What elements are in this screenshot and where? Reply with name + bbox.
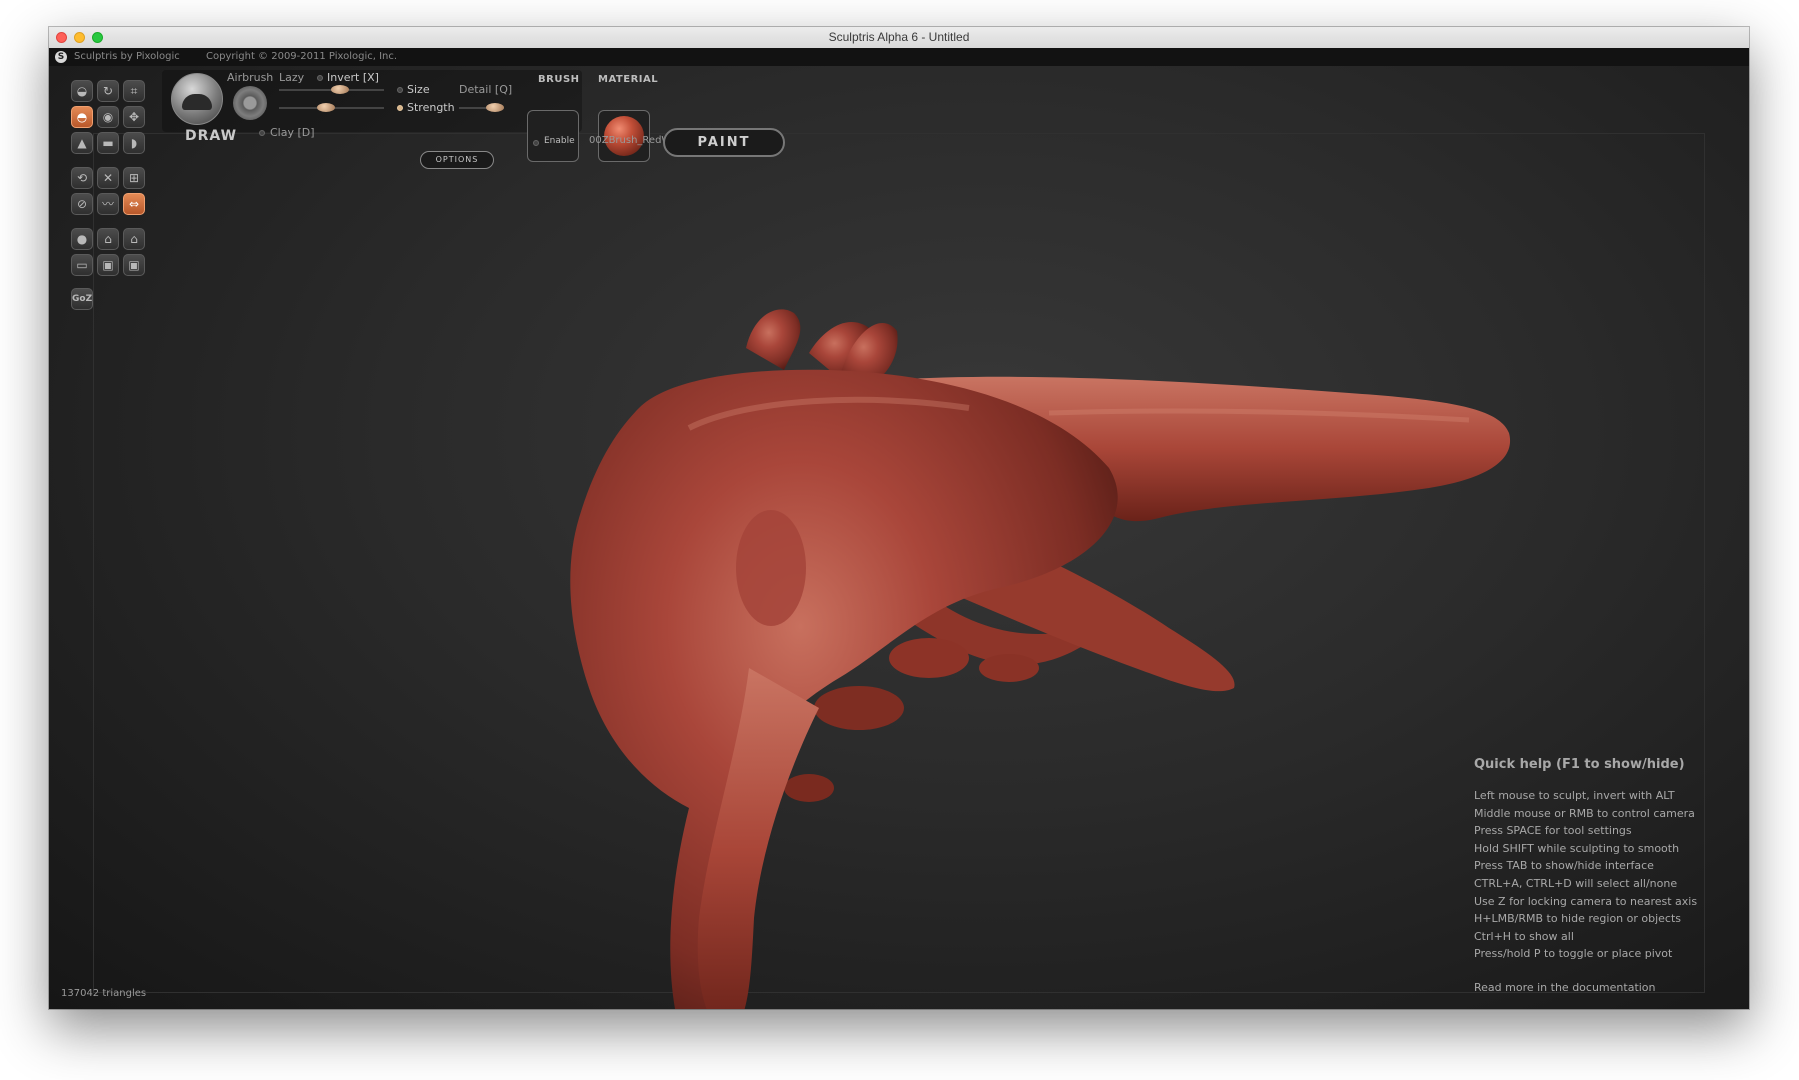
detail-label: Detail [Q] bbox=[459, 83, 513, 96]
options-button[interactable]: OPTIONS bbox=[420, 151, 494, 169]
quick-help-line: Press SPACE for tool settings bbox=[1474, 824, 1632, 838]
file-b-tool-icon: ▣ bbox=[128, 258, 140, 272]
symmetry-tool-icon: ⇔ bbox=[128, 197, 140, 211]
crop-tool-icon: ⌗ bbox=[130, 84, 138, 98]
sphere-tool-icon: ● bbox=[76, 232, 88, 246]
invert-label: Invert [X] bbox=[327, 71, 379, 84]
quick-help-panel: Quick help (F1 to show/hide) Left mouse … bbox=[1474, 757, 1697, 994]
sculpt-viewport[interactable]: S Sculptris by Pixologic Copyright © 200… bbox=[49, 48, 1749, 1009]
triangle-count: 137042 triangles bbox=[61, 988, 147, 999]
tool-button[interactable]: ⌗ bbox=[123, 80, 145, 102]
model-bump bbox=[784, 774, 834, 802]
title-bar: Sculptris Alpha 6 - Untitled bbox=[49, 27, 1749, 49]
brush-falloff-icon bbox=[233, 86, 267, 120]
tool-button[interactable]: 〰 bbox=[97, 193, 119, 215]
draw-tool-icon[interactable] bbox=[171, 73, 223, 125]
model-bump bbox=[736, 510, 806, 626]
tool-button[interactable]: ⊘ bbox=[71, 193, 93, 215]
plane-tool-icon: ▭ bbox=[76, 258, 88, 272]
tool-button[interactable]: ◒ bbox=[71, 80, 93, 102]
mesh-a-tool-icon: ⌂ bbox=[104, 232, 112, 246]
rotate-tool-icon: ↻ bbox=[102, 84, 114, 98]
brush-title: BRUSH bbox=[538, 74, 580, 85]
current-tool-label: DRAW bbox=[185, 128, 238, 144]
strength-toggle[interactable] bbox=[397, 105, 403, 111]
tool-button[interactable]: ✥ bbox=[123, 106, 145, 128]
grid-tool-icon: ⊞ bbox=[128, 171, 140, 185]
twist-tool-icon: ⟲ bbox=[76, 171, 88, 185]
smooth-tool-icon: 〰 bbox=[101, 197, 114, 211]
model-bump bbox=[814, 686, 904, 730]
quick-help-line: Press/hold P to toggle or place pivot bbox=[1474, 947, 1673, 961]
file-a-tool-icon: ▣ bbox=[102, 258, 114, 272]
draw-tool-icon: ◒ bbox=[76, 84, 88, 98]
flatten-tool-icon: ▬ bbox=[102, 136, 114, 150]
reduce-tool-icon: ⊘ bbox=[76, 197, 88, 211]
quick-help-line: CTRL+A, CTRL+D will select all/none bbox=[1474, 876, 1678, 890]
lazy-label[interactable]: Lazy bbox=[279, 71, 304, 84]
quick-help-line: Middle mouse or RMB to control camera bbox=[1474, 806, 1695, 820]
crease-tool-icon: ◗ bbox=[130, 136, 138, 150]
invert-toggle[interactable] bbox=[317, 75, 323, 81]
airbrush-label[interactable]: Airbrush bbox=[227, 71, 273, 84]
mesh-b-tool-icon: ⌂ bbox=[130, 232, 138, 246]
quick-help-title: Quick help (F1 to show/hide) bbox=[1474, 757, 1685, 772]
strength-label: Strength bbox=[407, 101, 455, 114]
quick-help-line: Left mouse to sculpt, invert with ALT bbox=[1474, 789, 1675, 802]
tool-button[interactable]: ⌂ bbox=[97, 228, 119, 250]
pinch-tool-icon: ▲ bbox=[77, 136, 87, 150]
tool-button[interactable]: ⌂ bbox=[123, 228, 145, 250]
window-title: Sculptris Alpha 6 - Untitled bbox=[828, 30, 970, 44]
tool-button[interactable]: ▣ bbox=[123, 254, 145, 276]
grab-tool-icon: ✕ bbox=[102, 171, 114, 185]
goz-button[interactable]: GoZ bbox=[71, 288, 93, 310]
tool-button[interactable]: ⟲ bbox=[71, 167, 93, 189]
move-tool-icon: ✥ bbox=[128, 110, 140, 124]
tool-button[interactable]: ▣ bbox=[97, 254, 119, 276]
strength-slider-knob[interactable] bbox=[317, 103, 335, 112]
tool-button[interactable]: ▬ bbox=[97, 132, 119, 154]
size-toggle[interactable] bbox=[397, 87, 403, 93]
size-label: Size bbox=[407, 83, 430, 96]
quick-help-line: Use Z for locking camera to nearest axis bbox=[1474, 894, 1698, 908]
tool-button[interactable]: ● bbox=[71, 228, 93, 250]
model-bump bbox=[979, 654, 1039, 682]
size-slider-knob[interactable] bbox=[331, 85, 349, 94]
tool-button[interactable]: ↻ bbox=[97, 80, 119, 102]
quick-help-line: Ctrl+H to show all bbox=[1474, 929, 1574, 943]
clay-tool-icon: ◓ bbox=[76, 110, 88, 124]
app-window: Sculptris Alpha 6 - Untitled S Sculptris… bbox=[49, 27, 1749, 1009]
inflate-tool-icon: ◉ bbox=[102, 110, 114, 124]
quick-help-line: Hold SHIFT while sculpting to smooth bbox=[1474, 841, 1680, 855]
tool-button[interactable]: ✕ bbox=[97, 167, 119, 189]
tool-button[interactable]: ◉ bbox=[97, 106, 119, 128]
quick-help-line: H+LMB/RMB to hide region or objects bbox=[1474, 912, 1682, 926]
material-title: MATERIAL bbox=[598, 74, 659, 85]
tool-button[interactable]: ◗ bbox=[123, 132, 145, 154]
detail-slider-knob[interactable] bbox=[486, 103, 504, 112]
tool-button[interactable]: ▲ bbox=[71, 132, 93, 154]
brush-enable-label: Enable bbox=[544, 136, 575, 146]
tool-button[interactable]: ◓ bbox=[71, 106, 93, 128]
clay-label: Clay [D] bbox=[270, 126, 315, 139]
tool-button[interactable]: ⇔ bbox=[123, 193, 145, 215]
model-horn bbox=[746, 309, 801, 370]
brush-enable-toggle[interactable] bbox=[533, 140, 539, 146]
quick-help-line: Press TAB to show/hide interface bbox=[1474, 859, 1654, 873]
paint-button[interactable]: PAINT bbox=[663, 128, 785, 157]
model-bump bbox=[889, 638, 969, 678]
documentation-link[interactable]: Read more in the documentation bbox=[1474, 981, 1697, 994]
tool-button[interactable]: ▭ bbox=[71, 254, 93, 276]
clay-toggle[interactable] bbox=[259, 130, 265, 136]
tool-button[interactable]: ⊞ bbox=[123, 167, 145, 189]
